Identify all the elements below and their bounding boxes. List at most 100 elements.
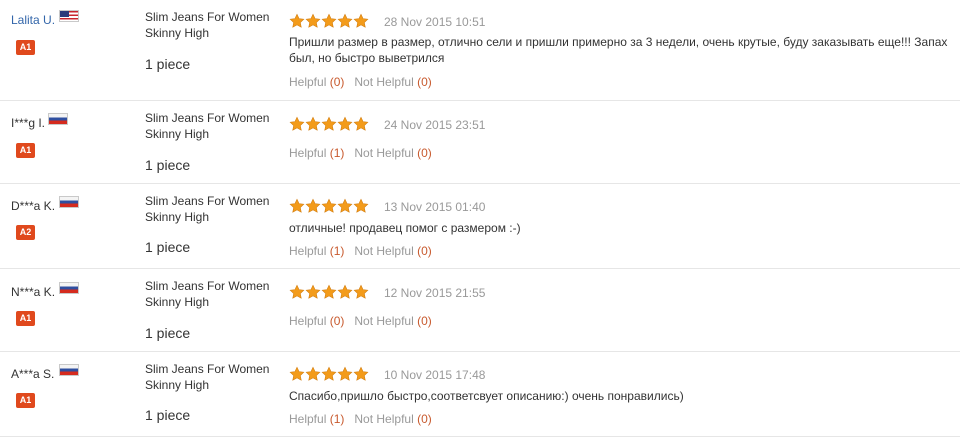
not-helpful-button[interactable]: Not Helpful (0)	[354, 244, 431, 258]
ru-flag-icon	[59, 364, 79, 376]
buyer-level-badge: A2	[16, 225, 35, 240]
quantity: 1 piece	[145, 325, 191, 341]
star-icon	[353, 198, 369, 214]
star-icon	[337, 198, 353, 214]
feedback-row: A***a S. A1 Slim Jeans For Women Skinny …	[0, 352, 960, 437]
review-text: Пришли размер в размер, отлично сели и п…	[289, 35, 948, 65]
review-date: 13 Nov 2015 01:40	[384, 200, 486, 214]
star-icon	[289, 198, 305, 214]
not-helpful-button[interactable]: Not Helpful (0)	[354, 75, 431, 89]
not-helpful-label: Not Helpful	[354, 146, 414, 160]
star-icon	[321, 116, 337, 132]
review-date: 10 Nov 2015 17:48	[384, 368, 486, 382]
not-helpful-count: (0)	[417, 244, 432, 258]
star-icon	[353, 116, 369, 132]
not-helpful-label: Not Helpful	[354, 314, 414, 328]
buyer-name[interactable]: N***a K.	[11, 285, 55, 299]
star-icon	[337, 13, 353, 29]
star-icon	[305, 198, 321, 214]
buyer-level-badge: A1	[16, 393, 35, 408]
star-icon	[321, 366, 337, 382]
helpful-label: Helpful	[289, 75, 327, 89]
review-text: отличные! продавец помог с размером :-)	[289, 221, 521, 235]
ru-flag-icon	[59, 196, 79, 208]
helpful-count: (1)	[329, 244, 345, 258]
helpful-button[interactable]: Helpful (1)	[289, 146, 344, 160]
review-date: 24 Nov 2015 23:51	[384, 118, 486, 132]
star-rating	[289, 366, 369, 382]
star-icon	[337, 366, 353, 382]
product-name[interactable]: Slim Jeans For Women Skinny High	[145, 110, 275, 142]
helpful-count: (0)	[329, 314, 345, 328]
helpful-votes: Helpful (1) Not Helpful (0)	[289, 412, 432, 426]
star-icon	[321, 13, 337, 29]
helpful-label: Helpful	[289, 244, 327, 258]
not-helpful-button[interactable]: Not Helpful (0)	[354, 314, 431, 328]
star-icon	[305, 284, 321, 300]
not-helpful-label: Not Helpful	[354, 244, 414, 258]
buyer-name[interactable]: I***g I.	[11, 116, 45, 130]
star-icon	[289, 13, 305, 29]
buyer-name[interactable]: D***a K.	[11, 199, 55, 213]
feedback-row: Lalita U. A1 Slim Jeans For Women Skinny…	[0, 0, 960, 101]
product-name[interactable]: Slim Jeans For Women Skinny High	[145, 9, 275, 41]
buyer-level-badge: A1	[16, 40, 35, 55]
ru-flag-icon	[59, 282, 79, 294]
star-rating	[289, 198, 369, 214]
helpful-label: Helpful	[289, 412, 327, 426]
buyer-name[interactable]: A***a S.	[11, 367, 54, 381]
helpful-votes: Helpful (0) Not Helpful (0)	[289, 314, 432, 328]
star-rating	[289, 284, 369, 300]
helpful-count: (0)	[329, 75, 345, 89]
not-helpful-label: Not Helpful	[354, 412, 414, 426]
review-text: Спасибо,пришло быстро,соответсвует описа…	[289, 389, 684, 403]
not-helpful-label: Not Helpful	[354, 75, 414, 89]
helpful-button[interactable]: Helpful (0)	[289, 314, 344, 328]
us-flag-icon	[59, 10, 79, 22]
quantity: 1 piece	[145, 157, 191, 173]
star-icon	[305, 13, 321, 29]
helpful-votes: Helpful (1) Not Helpful (0)	[289, 244, 432, 258]
not-helpful-count: (0)	[417, 412, 432, 426]
star-icon	[289, 116, 305, 132]
star-icon	[289, 366, 305, 382]
star-icon	[353, 284, 369, 300]
buyer-level-badge: A1	[16, 311, 35, 326]
helpful-votes: Helpful (1) Not Helpful (0)	[289, 146, 432, 160]
not-helpful-count: (0)	[417, 314, 432, 328]
star-rating	[289, 13, 369, 29]
star-icon	[321, 198, 337, 214]
review-date: 28 Nov 2015 10:51	[384, 15, 486, 29]
helpful-count: (1)	[329, 412, 345, 426]
product-name[interactable]: Slim Jeans For Women Skinny High	[145, 193, 275, 225]
not-helpful-button[interactable]: Not Helpful (0)	[354, 412, 431, 426]
star-icon	[337, 116, 353, 132]
star-icon	[289, 284, 305, 300]
helpful-button[interactable]: Helpful (1)	[289, 244, 344, 258]
product-name[interactable]: Slim Jeans For Women Skinny High	[145, 278, 275, 310]
star-icon	[321, 284, 337, 300]
feedback-row: N***a K. A1 Slim Jeans For Women Skinny …	[0, 269, 960, 352]
feedback-row: I***g I. A1 Slim Jeans For Women Skinny …	[0, 101, 960, 184]
helpful-label: Helpful	[289, 314, 327, 328]
quantity: 1 piece	[145, 407, 191, 423]
helpful-label: Helpful	[289, 146, 327, 160]
helpful-count: (1)	[329, 146, 345, 160]
quantity: 1 piece	[145, 56, 191, 72]
not-helpful-count: (0)	[417, 75, 432, 89]
buyer-name[interactable]: Lalita U.	[11, 13, 55, 27]
star-icon	[337, 284, 353, 300]
product-name[interactable]: Slim Jeans For Women Skinny High	[145, 361, 275, 393]
quantity: 1 piece	[145, 239, 191, 255]
helpful-button[interactable]: Helpful (1)	[289, 412, 344, 426]
not-helpful-button[interactable]: Not Helpful (0)	[354, 146, 431, 160]
star-icon	[353, 13, 369, 29]
feedback-row: D***a K. A2 Slim Jeans For Women Skinny …	[0, 184, 960, 269]
star-rating	[289, 116, 369, 132]
not-helpful-count: (0)	[417, 146, 432, 160]
helpful-votes: Helpful (0) Not Helpful (0)	[289, 75, 432, 89]
helpful-button[interactable]: Helpful (0)	[289, 75, 344, 89]
review-date: 12 Nov 2015 21:55	[384, 286, 486, 300]
star-icon	[305, 116, 321, 132]
buyer-level-badge: A1	[16, 143, 35, 158]
